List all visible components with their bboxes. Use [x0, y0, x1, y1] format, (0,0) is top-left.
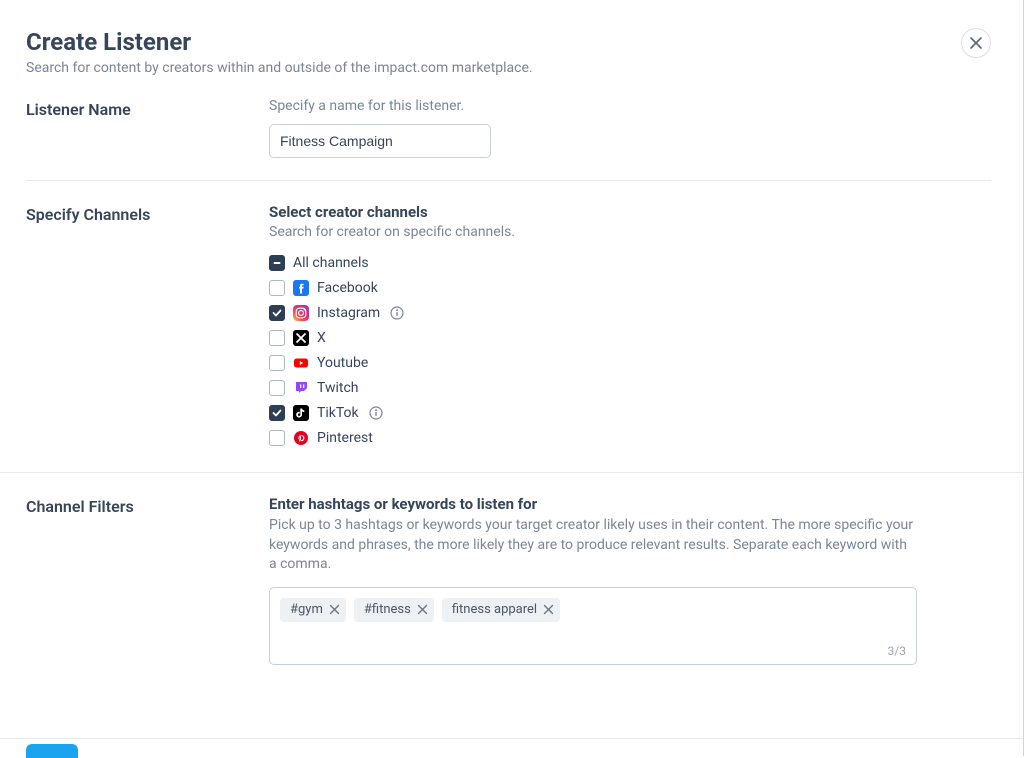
channel-row-instagram[interactable]: Instagram: [269, 300, 991, 325]
filters-desc: Pick up to 3 hashtags or keywords your t…: [269, 516, 914, 575]
channel-label-x: X: [317, 330, 326, 346]
keyword-tag: fitness apparel: [442, 598, 560, 622]
pinterest-icon: [293, 430, 309, 446]
keyword-tag-input[interactable]: #gym #fitness fitness apparel 3/3: [269, 587, 917, 665]
keyword-tag-remove[interactable]: [543, 604, 554, 615]
channel-label-youtube: Youtube: [317, 355, 368, 371]
checkbox-pinterest[interactable]: [269, 430, 285, 446]
checkbox-instagram[interactable]: [269, 305, 285, 321]
channel-label-tiktok: TikTok: [317, 405, 359, 421]
channel-row-facebook[interactable]: Facebook: [269, 275, 991, 300]
checkbox-youtube[interactable]: [269, 355, 285, 371]
keyword-tag-label: #fitness: [364, 602, 411, 617]
info-icon: [390, 306, 404, 320]
keyword-tag-remove[interactable]: [417, 604, 428, 615]
tiktok-icon: [293, 405, 309, 421]
page-subtitle: Search for content by creators within an…: [26, 60, 991, 76]
facebook-icon: [293, 280, 309, 296]
keyword-tag-label: #gym: [290, 602, 323, 617]
section-label-channels: Specify Channels: [26, 203, 269, 450]
checkbox-facebook[interactable]: [269, 280, 285, 296]
channel-row-all[interactable]: All channels: [269, 250, 991, 275]
tag-count: 3/3: [888, 644, 906, 658]
channel-row-youtube[interactable]: Youtube: [269, 350, 991, 375]
info-icon: [369, 406, 383, 420]
channel-row-pinterest[interactable]: Pinterest: [269, 425, 991, 450]
channels-subheading: Select creator channels: [269, 203, 991, 221]
close-button[interactable]: [961, 28, 991, 58]
checkbox-twitch[interactable]: [269, 380, 285, 396]
keyword-tag-label: fitness apparel: [452, 602, 537, 617]
channels-subheading-desc: Search for creator on specific channels.: [269, 224, 991, 240]
channel-row-tiktok[interactable]: TikTok: [269, 400, 991, 425]
x-icon: [293, 330, 309, 346]
info-button-tiktok[interactable]: [367, 406, 383, 420]
checkbox-all-channels[interactable]: [269, 255, 285, 271]
checkbox-tiktok[interactable]: [269, 405, 285, 421]
instagram-icon: [293, 305, 309, 321]
close-icon: [970, 37, 982, 49]
channel-row-twitch[interactable]: Twitch: [269, 375, 991, 400]
section-label-listener-name: Listener Name: [26, 98, 269, 158]
keyword-tag: #gym: [280, 598, 346, 622]
channel-row-x[interactable]: X: [269, 325, 991, 350]
youtube-icon: [293, 355, 309, 371]
listener-name-input[interactable]: [269, 124, 491, 158]
checkbox-x[interactable]: [269, 330, 285, 346]
channel-label-all: All channels: [293, 255, 369, 271]
listener-name-hint: Specify a name for this listener.: [269, 98, 991, 114]
filters-subheading: Enter hashtags or keywords to listen for: [269, 495, 991, 513]
footer: [0, 738, 1023, 756]
channel-label-facebook: Facebook: [317, 280, 378, 296]
channel-label-instagram: Instagram: [317, 305, 380, 321]
keyword-tag: #fitness: [354, 598, 434, 622]
twitch-icon: [293, 380, 309, 396]
channel-label-twitch: Twitch: [317, 380, 359, 396]
page-title: Create Listener: [26, 28, 991, 56]
section-label-filters: Channel Filters: [26, 495, 269, 665]
info-button-instagram[interactable]: [388, 306, 404, 320]
channel-label-pinterest: Pinterest: [317, 430, 373, 446]
keyword-tag-remove[interactable]: [329, 604, 340, 615]
